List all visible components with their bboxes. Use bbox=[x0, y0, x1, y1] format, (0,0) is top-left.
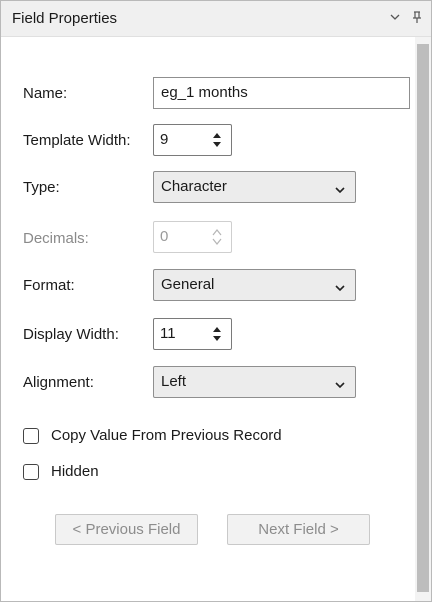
panel-title-bar: Field Properties bbox=[1, 1, 431, 37]
hidden-option[interactable]: Hidden bbox=[23, 463, 143, 483]
spin-arrows-icon[interactable] bbox=[212, 325, 222, 343]
decimals-label: Decimals: bbox=[23, 230, 89, 247]
field-properties-panel: Field Properties Name: eg_1 months Templ… bbox=[0, 0, 432, 602]
display-width-value: 11 bbox=[160, 325, 176, 342]
type-select[interactable]: Character bbox=[153, 171, 356, 203]
chevron-down-icon[interactable] bbox=[388, 10, 402, 24]
previous-field-button[interactable]: < Previous Field bbox=[55, 514, 198, 545]
hidden-checkbox[interactable] bbox=[23, 464, 39, 480]
display-width-stepper[interactable]: 11 bbox=[153, 318, 232, 350]
template-width-value: 9 bbox=[160, 131, 169, 148]
name-input-value: eg_1 months bbox=[161, 84, 248, 101]
alignment-select[interactable]: Left bbox=[153, 366, 356, 398]
hidden-label: Hidden bbox=[51, 463, 99, 480]
chevron-down-icon bbox=[334, 280, 346, 292]
alignment-select-value: Left bbox=[161, 373, 187, 390]
decimals-value: 0 bbox=[160, 228, 169, 245]
pin-icon[interactable] bbox=[410, 10, 424, 24]
format-select-value: General bbox=[161, 276, 215, 293]
chevron-down-icon bbox=[334, 377, 346, 389]
name-input[interactable]: eg_1 months bbox=[153, 77, 410, 109]
spin-arrows-icon[interactable] bbox=[212, 131, 222, 149]
type-label: Type: bbox=[23, 179, 60, 196]
scrollbar-thumb[interactable] bbox=[417, 44, 429, 592]
panel-title: Field Properties bbox=[12, 10, 118, 27]
spin-arrows-icon bbox=[212, 228, 222, 246]
chevron-down-icon bbox=[334, 182, 346, 194]
next-field-button[interactable]: Next Field > bbox=[227, 514, 370, 545]
display-width-label: Display Width: bbox=[23, 326, 119, 343]
copy-value-checkbox[interactable] bbox=[23, 428, 39, 444]
type-select-value: Character bbox=[161, 178, 227, 195]
template-width-stepper[interactable]: 9 bbox=[153, 124, 232, 156]
copy-value-option[interactable]: Copy Value From Previous Record bbox=[23, 427, 323, 447]
template-width-label: Template Width: bbox=[23, 132, 131, 149]
name-label: Name: bbox=[23, 85, 68, 102]
decimals-stepper[interactable]: 0 bbox=[153, 221, 232, 253]
alignment-label: Alignment: bbox=[23, 374, 94, 391]
format-select[interactable]: General bbox=[153, 269, 356, 301]
copy-value-label: Copy Value From Previous Record bbox=[51, 427, 282, 444]
format-label: Format: bbox=[23, 277, 75, 294]
